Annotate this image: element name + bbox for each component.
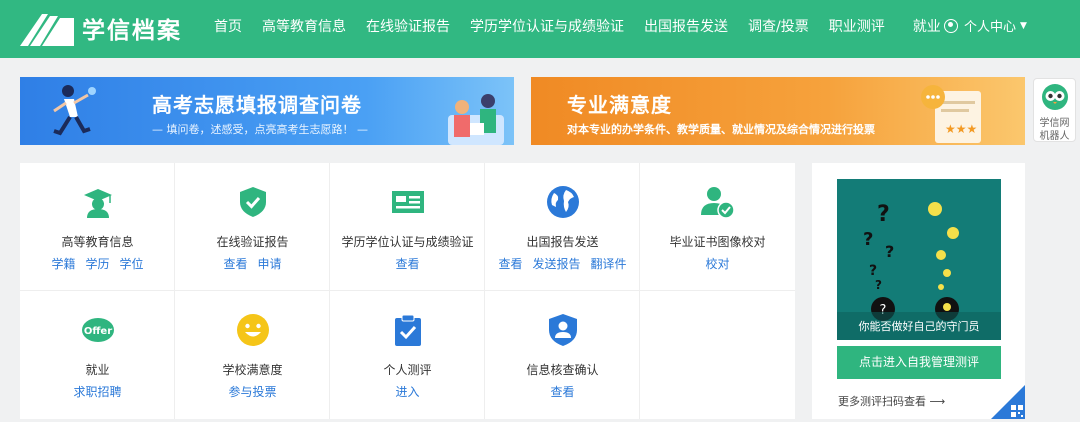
empty-cell <box>640 291 795 419</box>
user-center-label: 个人中心 <box>964 20 1017 35</box>
survey-banner-subtitle: — 填问卷，述感受，点亮高考生志愿路！ — <box>152 123 368 136</box>
self-assessment-panel: ? ? ? ? ? ? 你能否做好自己的守门员 点击进入自我管理测评 更多测评扫… <box>812 163 1025 419</box>
nav-higher-education-info[interactable]: 高等教育信息 <box>262 16 346 36</box>
link-proofread[interactable]: 校对 <box>705 257 729 271</box>
user-check-icon <box>701 187 735 219</box>
service-links: 查看 申请 <box>175 255 330 272</box>
service-abroad-report: 出国报告发送 查看 发送报告 翻译件 <box>485 163 640 291</box>
more-assessments-link[interactable]: 更多测评扫码查看 ⟶ <box>838 393 945 409</box>
logo-text: 学信档案 <box>82 18 182 44</box>
nav-career-assessment[interactable]: 职业测评 <box>829 16 885 36</box>
link-academic-record[interactable]: 学历 <box>85 257 109 271</box>
top-header: 学信档案 首页 高等教育信息 在线验证报告 学历学位认证与成绩验证 出国报告发送… <box>0 0 1080 58</box>
nav-abroad-report[interactable]: 出国报告发送 <box>644 16 728 36</box>
service-links: 学籍 学历 学位 <box>20 255 175 272</box>
link-view[interactable]: 查看 <box>550 385 574 399</box>
satisfaction-banner-subtitle: 对本专业的办学条件、教学质量、就业情况及综合情况进行投票 <box>567 123 875 136</box>
offer-icon: Offer <box>82 318 114 342</box>
link-student-status[interactable]: 学籍 <box>51 257 75 271</box>
book-logo-icon <box>20 14 74 46</box>
globe-icon <box>547 186 579 218</box>
clipboard-check-icon <box>395 314 421 346</box>
user-shield-icon <box>549 314 577 346</box>
link-translation[interactable]: 翻译件 <box>591 257 627 271</box>
service-info-verification: 信息核查确认 查看 <box>485 291 640 419</box>
rating-card-illustration: ★★★ <box>921 85 981 143</box>
shield-check-icon <box>240 187 266 217</box>
svg-text:?: ? <box>885 242 894 261</box>
survey-banner[interactable]: 高考志愿填报调查问卷 — 填问卷，述感受，点亮高考生志愿路！ — <box>20 77 514 145</box>
service-higher-education-info: 高等教育信息 学籍 学历 学位 <box>20 163 175 291</box>
survey-banner-title: 高考志愿填报调查问卷 <box>152 93 362 117</box>
caret-down-icon: ▼ <box>1020 20 1027 31</box>
graduation-cap-icon <box>84 189 112 218</box>
user-circle-icon <box>944 18 958 33</box>
link-view[interactable]: 查看 <box>395 257 419 271</box>
service-online-verification: 在线验证报告 查看 申请 <box>175 163 330 291</box>
service-links: 校对 <box>640 255 795 272</box>
nav-degree-certification[interactable]: 学历学位认证与成绩验证 <box>470 16 624 36</box>
link-vote[interactable]: 参与投票 <box>228 385 276 399</box>
offer-icon-label: Offer <box>84 326 112 337</box>
service-title: 出国报告发送 <box>526 235 599 249</box>
service-employment: Offer 就业 求职招聘 <box>20 291 175 419</box>
robot-label-line2: 机器人 <box>1039 131 1070 142</box>
svg-text:?: ? <box>869 263 877 279</box>
students-illustration <box>448 94 504 145</box>
link-send-report[interactable]: 发送报告 <box>532 257 580 271</box>
satisfaction-banner-title: 专业满意度 <box>567 93 672 117</box>
site-logo[interactable]: 学信档案 <box>18 6 182 50</box>
user-center-menu[interactable]: 个人中心 ▼ <box>944 16 1027 35</box>
svg-text:★★★: ★★★ <box>945 122 977 136</box>
main-nav: 首页 高等教育信息 在线验证报告 学历学位认证与成绩验证 出国报告发送 调查/投… <box>214 0 961 52</box>
nav-online-verification[interactable]: 在线验证报告 <box>366 16 450 36</box>
qr-code-icon[interactable] <box>991 385 1025 419</box>
link-apply[interactable]: 申请 <box>258 257 282 271</box>
link-degree[interactable]: 学位 <box>120 257 144 271</box>
svg-text:?: ? <box>863 229 873 250</box>
service-title: 就业 <box>85 363 110 377</box>
service-links: 查看 <box>485 383 640 400</box>
service-links: 进入 <box>330 383 485 400</box>
service-links: 参与投票 <box>175 383 330 400</box>
service-title: 在线验证报告 <box>216 235 289 249</box>
link-enter[interactable]: 进入 <box>395 385 419 399</box>
service-title: 高等教育信息 <box>61 235 134 249</box>
goalkeeper-promo-image[interactable]: ? ? ? ? ? ? 你能否做好自己的守门员 <box>837 179 1001 340</box>
self-management-assessment-button[interactable]: 点击进入自我管理测评 <box>837 346 1001 379</box>
svg-text:?: ? <box>877 202 890 227</box>
robot-label-line1: 学信网 <box>1039 118 1070 129</box>
service-certificate-image-check: 毕业证书图像校对 校对 <box>640 163 795 291</box>
service-school-satisfaction: 学校满意度 参与投票 <box>175 291 330 419</box>
robot-owl-icon <box>1041 84 1068 110</box>
service-links: 求职招聘 <box>20 383 175 400</box>
services-grid: 高等教育信息 学籍 学历 学位 在线验证报告 查看 申请 学历学位认证与成绩验证 查看 <box>20 163 795 419</box>
major-satisfaction-banner[interactable]: 专业满意度 对本专业的办学条件、教学质量、就业情况及综合情况进行投票 ★★★ <box>531 77 1025 145</box>
service-links: 查看 <box>330 255 485 272</box>
link-view[interactable]: 查看 <box>498 257 522 271</box>
promo-image-caption: 你能否做好自己的守门员 <box>858 320 980 333</box>
id-card-icon <box>392 191 424 213</box>
question-bulbs-illustration: ? ? ? ? ? ? <box>837 202 1001 340</box>
service-title: 个人测评 <box>383 363 432 377</box>
svg-text:?: ? <box>875 278 882 292</box>
chatbot-robot-button[interactable]: 学信网 机器人 <box>1033 78 1076 142</box>
running-student-illustration <box>53 85 96 136</box>
service-title: 学历学位认证与成绩验证 <box>341 235 474 249</box>
service-personal-assessment: 个人测评 进入 <box>330 291 485 419</box>
service-title: 信息核查确认 <box>526 363 599 377</box>
nav-employment[interactable]: 就业 <box>913 16 941 36</box>
smiley-icon <box>237 314 269 346</box>
nav-home[interactable]: 首页 <box>214 16 242 36</box>
service-title: 学校满意度 <box>222 363 283 377</box>
link-view[interactable]: 查看 <box>223 257 247 271</box>
service-title: 毕业证书图像校对 <box>669 235 766 249</box>
nav-survey-vote[interactable]: 调查/投票 <box>748 16 809 36</box>
service-links: 查看 发送报告 翻译件 <box>485 255 640 272</box>
link-job-search[interactable]: 求职招聘 <box>73 385 121 399</box>
service-degree-certification: 学历学位认证与成绩验证 查看 <box>330 163 485 291</box>
